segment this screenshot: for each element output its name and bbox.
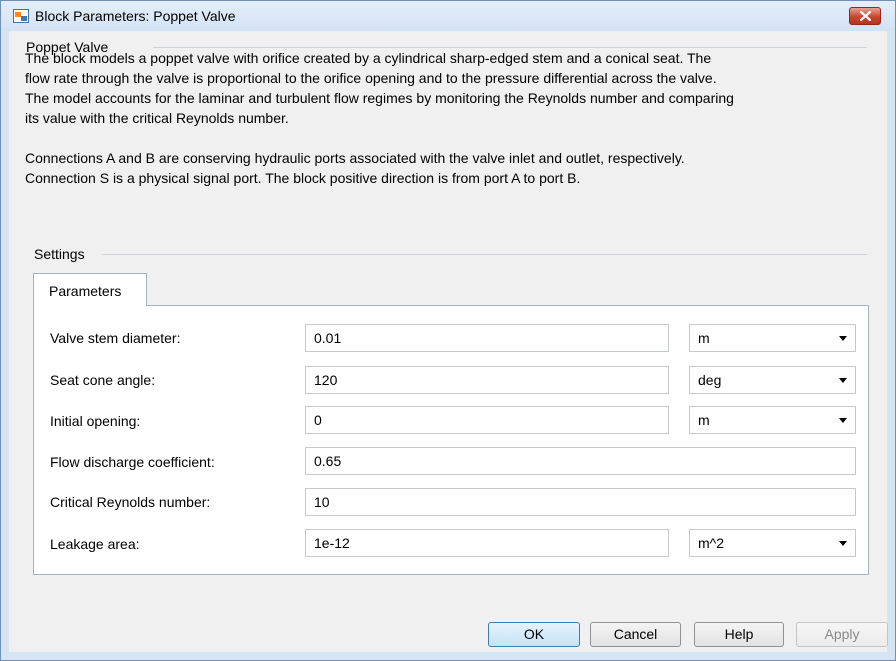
param-label-critical-reynolds-number: Critical Reynolds number: [50,494,211,510]
leakage-area-unit-select[interactable]: m^2 [689,529,856,557]
group-divider [102,254,867,255]
description-line: flow rate through the valve is proportio… [25,70,717,86]
description-line: The model accounts for the laminar and t… [25,90,734,106]
chevron-down-icon [839,541,847,546]
param-label-initial-opening: Initial opening: [50,413,141,429]
param-label-seat-cone-angle: Seat cone angle: [50,372,156,388]
window-title: Block Parameters: Poppet Valve [35,8,236,24]
unit-value: m^2 [698,535,725,551]
settings-group-label: Settings [34,246,85,262]
unit-value: m [698,412,710,428]
flow-discharge-coefficient-input[interactable]: 0.65 [305,447,856,475]
unit-value: deg [698,372,722,388]
close-icon [860,11,871,21]
tab-parameters[interactable]: Parameters [33,273,147,306]
description-line: Connections A and B are conserving hydra… [25,150,685,166]
cancel-button[interactable]: Cancel [590,622,681,647]
title-bar[interactable]: Block Parameters: Poppet Valve [1,1,895,31]
apply-button[interactable]: Apply [796,622,888,647]
valve-stem-diameter-input[interactable]: 0.01 [305,324,669,352]
param-label-leakage-area: Leakage area: [50,536,140,552]
block-description: The block models a poppet valve with ori… [25,48,875,188]
description-line: Connection S is a physical signal port. … [25,170,581,186]
chevron-down-icon [839,378,847,383]
param-label-flow-discharge-coefficient: Flow discharge coefficient: [50,454,215,470]
leakage-area-input[interactable]: 1e-12 [305,529,669,557]
initial-opening-input[interactable]: 0 [305,406,669,434]
tab-label: Parameters [49,283,122,299]
param-label-valve-stem-diameter: Valve stem diameter: [50,330,181,346]
chevron-down-icon [839,336,847,341]
chevron-down-icon [839,418,847,423]
seat-cone-angle-unit-select[interactable]: deg [689,366,856,394]
help-button[interactable]: Help [694,622,784,647]
ok-button[interactable]: OK [488,622,580,647]
critical-reynolds-number-input[interactable]: 10 [305,488,856,516]
description-line: The block models a poppet valve with ori… [25,50,712,66]
description-line: its value with the critical Reynolds num… [25,110,289,126]
unit-value: m [698,330,710,346]
valve-stem-diameter-unit-select[interactable]: m [689,324,856,352]
seat-cone-angle-input[interactable]: 120 [305,366,669,394]
close-button[interactable] [849,7,881,25]
simulink-block-icon [13,9,29,23]
initial-opening-unit-select[interactable]: m [689,406,856,434]
